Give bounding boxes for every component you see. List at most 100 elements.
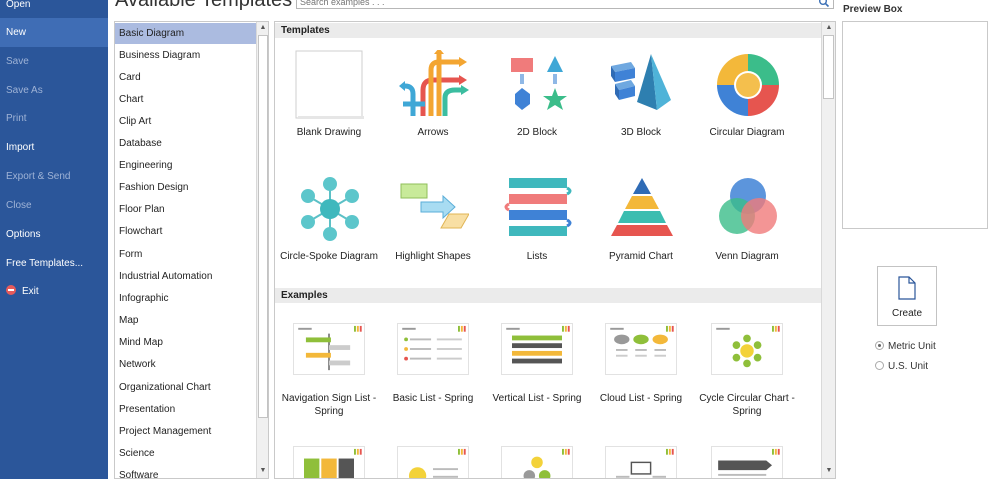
- example-label: Cloud List - Spring: [599, 393, 683, 404]
- template-label: Pyramid Chart: [609, 251, 673, 262]
- examples-section-header: Examples: [275, 288, 822, 303]
- category-item[interactable]: Software: [115, 465, 256, 478]
- us-unit-option[interactable]: U.S. Unit: [875, 361, 928, 372]
- template-highlight-shapes[interactable]: Highlight Shapes: [381, 174, 485, 274]
- example-thumbnail-partial[interactable]: [605, 446, 677, 479]
- template-2d-block[interactable]: 2D Block: [485, 50, 589, 140]
- menu-import[interactable]: Import: [0, 133, 108, 162]
- template-label: Arrows: [417, 127, 449, 138]
- metric-unit-radio[interactable]: [875, 341, 884, 350]
- exit-icon: [6, 285, 16, 295]
- template-blank-drawing[interactable]: Blank Drawing: [277, 50, 381, 140]
- metric-unit-label: Metric Unit: [888, 341, 936, 352]
- us-unit-label: U.S. Unit: [888, 361, 929, 372]
- example-navigation-sign-list[interactable]: Navigation Sign List - Spring: [277, 323, 381, 423]
- menu-free-templates[interactable]: Free Templates...: [0, 249, 108, 278]
- search-box[interactable]: [296, 0, 834, 9]
- search-icon[interactable]: [818, 0, 830, 8]
- gallery-scrollbar[interactable]: ▲ ▼: [821, 22, 835, 478]
- category-item[interactable]: Chart: [115, 89, 256, 110]
- file-menu: Open New Save Save As Print Import Expor…: [0, 0, 108, 479]
- scroll-down-icon[interactable]: ▼: [257, 465, 268, 477]
- menu-exit-label: Exit: [22, 286, 39, 297]
- template-label: 2D Block: [516, 127, 557, 138]
- menu-print[interactable]: Print: [0, 104, 108, 133]
- category-item[interactable]: Flowchart: [115, 221, 256, 242]
- example-basic-list[interactable]: Basic List - Spring: [381, 323, 485, 423]
- venn-diagram-icon: [719, 178, 777, 234]
- arrows-icon: [399, 50, 469, 116]
- category-item[interactable]: Basic Diagram: [115, 23, 256, 44]
- category-scrollbar[interactable]: ▲ ▼: [256, 22, 268, 478]
- highlight-shapes-icon: [400, 183, 469, 229]
- template-gallery: Templates Blank Drawing Arrows 2D Block …: [274, 21, 836, 479]
- preview-box-title: Preview Box: [843, 4, 903, 15]
- template-label: Blank Drawing: [296, 127, 362, 138]
- scroll-up-icon[interactable]: ▲: [823, 22, 835, 34]
- example-label: Cycle Circular Chart - Spring: [699, 393, 795, 417]
- example-cycle-circular-chart[interactable]: Cycle Circular Chart - Spring: [695, 323, 799, 423]
- new-document-icon: [898, 276, 916, 300]
- search-input[interactable]: [300, 0, 800, 8]
- menu-open[interactable]: Open: [0, 0, 108, 19]
- menu-save-as[interactable]: Save As: [0, 76, 108, 105]
- template-pyramid-chart[interactable]: Pyramid Chart: [589, 174, 693, 274]
- gallery-scroll-thumb[interactable]: [823, 35, 834, 99]
- category-item[interactable]: Network: [115, 354, 256, 375]
- example-thumbnail-partial[interactable]: [293, 446, 365, 479]
- template-label: Circular Diagram: [709, 127, 785, 138]
- category-item[interactable]: Floor Plan: [115, 199, 256, 220]
- category-item[interactable]: Database: [115, 133, 256, 154]
- category-item[interactable]: Mind Map: [115, 332, 256, 353]
- category-item[interactable]: Clip Art: [115, 111, 256, 132]
- page-title: Available Templates: [115, 0, 293, 11]
- template-circle-spoke[interactable]: Circle-Spoke Diagram: [277, 174, 381, 274]
- category-item[interactable]: Form: [115, 244, 256, 265]
- example-label: Navigation Sign List - Spring: [281, 393, 377, 417]
- template-venn-diagram[interactable]: Venn Diagram: [695, 174, 799, 274]
- templates-section-header: Templates: [275, 23, 822, 38]
- pyramid-chart-icon: [611, 178, 673, 236]
- cloud-list-thumbnail: [605, 323, 677, 375]
- template-circular-diagram[interactable]: Circular Diagram: [695, 50, 799, 140]
- menu-exit[interactable]: Exit: [0, 277, 108, 306]
- example-cloud-list[interactable]: Cloud List - Spring: [589, 323, 693, 423]
- category-list[interactable]: Basic Diagram Business Diagram Card Char…: [114, 21, 269, 479]
- menu-new[interactable]: New: [0, 18, 108, 47]
- menu-options[interactable]: Options: [0, 220, 108, 249]
- template-3d-block[interactable]: 3D Block: [589, 50, 693, 140]
- category-scroll-thumb[interactable]: [258, 35, 268, 418]
- category-item[interactable]: Business Diagram: [115, 45, 256, 66]
- template-lists[interactable]: Lists: [485, 174, 589, 274]
- create-button[interactable]: Create: [877, 266, 937, 326]
- circle-spoke-icon: [301, 177, 359, 241]
- category-item[interactable]: Project Management: [115, 421, 256, 442]
- create-label: Create: [891, 308, 922, 319]
- menu-export-send[interactable]: Export & Send: [0, 162, 108, 191]
- 3d-block-icon: [611, 54, 671, 110]
- us-unit-radio[interactable]: [875, 361, 884, 370]
- menu-save[interactable]: Save: [0, 47, 108, 76]
- menu-close[interactable]: Close: [0, 191, 108, 220]
- example-label: Basic List - Spring: [392, 393, 474, 404]
- example-thumbnail-partial[interactable]: [711, 446, 783, 479]
- template-label: 3D Block: [620, 127, 661, 138]
- category-item[interactable]: Infographic: [115, 288, 256, 309]
- metric-unit-option[interactable]: Metric Unit: [875, 341, 936, 352]
- template-label: Venn Diagram: [715, 251, 779, 262]
- scroll-up-icon[interactable]: ▲: [257, 22, 268, 34]
- example-thumbnail-partial[interactable]: [501, 446, 573, 479]
- template-label: Lists: [526, 251, 548, 262]
- category-item[interactable]: Presentation: [115, 399, 256, 420]
- template-arrows[interactable]: Arrows: [381, 50, 485, 140]
- category-item[interactable]: Organizational Chart: [115, 377, 256, 398]
- category-item[interactable]: Engineering: [115, 155, 256, 176]
- example-thumbnail-partial[interactable]: [397, 446, 469, 479]
- category-item[interactable]: Fashion Design: [115, 177, 256, 198]
- category-item[interactable]: Card: [115, 67, 256, 88]
- category-item[interactable]: Science: [115, 443, 256, 464]
- category-item[interactable]: Industrial Automation: [115, 266, 256, 287]
- scroll-down-icon[interactable]: ▼: [823, 465, 835, 477]
- category-item[interactable]: Map: [115, 310, 256, 331]
- example-vertical-list[interactable]: Vertical List - Spring: [485, 323, 589, 423]
